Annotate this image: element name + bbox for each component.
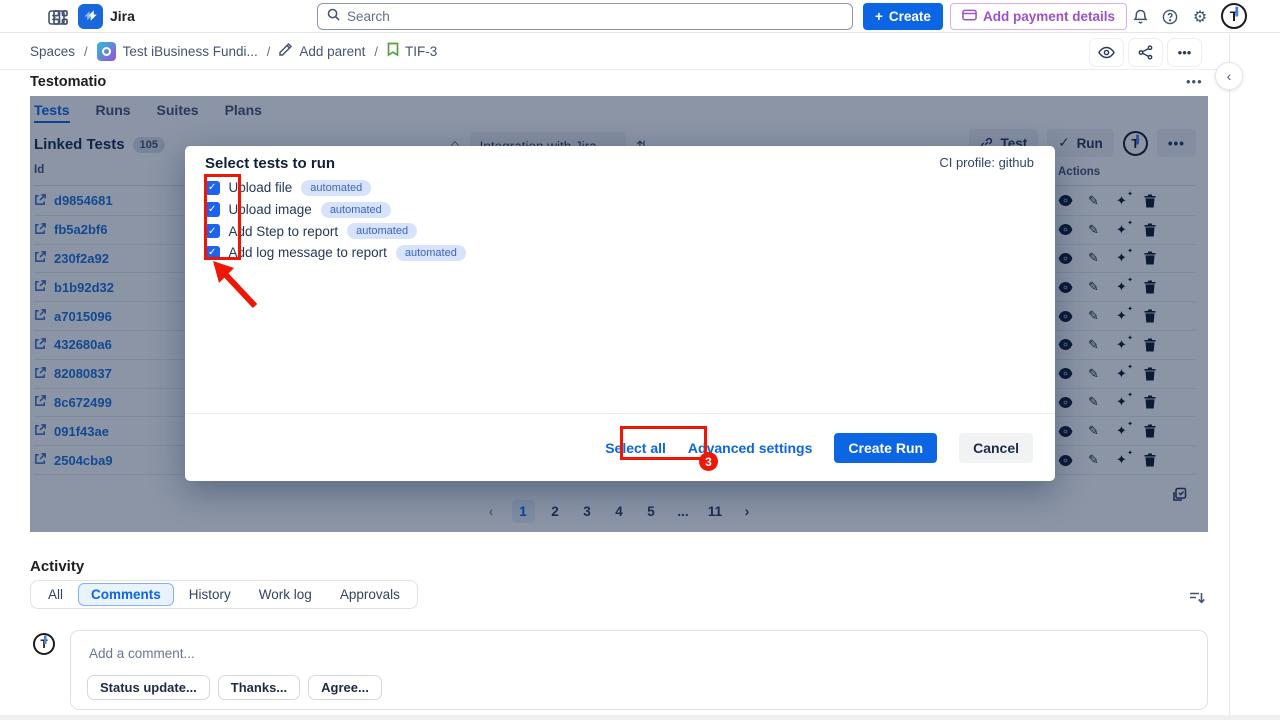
annotation-step-badge: 3 (699, 452, 718, 471)
right-panel-divider (1229, 34, 1230, 720)
activity-tab-history[interactable]: History (176, 583, 244, 606)
activity-tab-all[interactable]: All (35, 583, 76, 606)
page-bottom-strip (0, 715, 1280, 720)
automated-badge: automated (347, 223, 417, 239)
top-navigation-bar: Jira Search + Create Add payment details (0, 0, 1280, 33)
search-icon (327, 8, 340, 26)
checkbox-checked[interactable]: ✓ (205, 224, 220, 239)
page-actions: ••• (1089, 38, 1202, 67)
search-placeholder: Search (347, 9, 390, 24)
more-actions-icon[interactable]: ••• (1167, 38, 1202, 67)
breadcrumb-project[interactable]: Test iBusiness Fundi... (123, 44, 258, 59)
activity-tab-comments[interactable]: Comments (78, 583, 174, 606)
widget-title: Testomatio (30, 74, 106, 90)
quick-reply-button[interactable]: Status update... (87, 675, 210, 700)
automated-badge: automated (321, 202, 391, 218)
test-checklist-row: ✓Upload fileautomated (205, 177, 466, 199)
test-checklist-row: ✓Add log message to reportautomated (205, 242, 466, 264)
select-all-link[interactable]: Select all (605, 440, 666, 456)
automated-badge: automated (301, 180, 371, 196)
plus-icon: + (875, 9, 883, 24)
breadcrumb-spaces[interactable]: Spaces (30, 44, 75, 59)
share-icon[interactable] (1128, 38, 1163, 67)
add-payment-details-button[interactable]: Add payment details (950, 3, 1127, 30)
breadcrumb: Spaces / Test iBusiness Fundi... / Add p… (0, 34, 1229, 70)
watch-eye-icon[interactable] (1089, 38, 1124, 67)
quick-reply-button[interactable]: Thanks... (218, 675, 300, 700)
activity-tab-bar: AllCommentsHistoryWork logApprovals (30, 580, 418, 609)
test-checklist-row: ✓Upload imageautomated (205, 199, 466, 221)
settings-gear-icon[interactable]: ⚙ (1188, 5, 1212, 29)
ci-profile-label: CI profile: github (939, 155, 1034, 170)
comment-box[interactable]: Add a comment... Status update... Thanks.… (70, 630, 1208, 710)
credit-card-icon (962, 9, 977, 24)
checkbox-checked[interactable]: ✓ (205, 246, 220, 261)
search-input[interactable]: Search (317, 3, 853, 30)
checkbox-checked[interactable]: ✓ (205, 181, 220, 196)
notifications-bell-icon[interactable] (1128, 5, 1152, 29)
breadcrumb-add-parent[interactable]: Add parent (299, 44, 365, 59)
create-button[interactable]: + Create (863, 3, 943, 30)
checkbox-checked[interactable]: ✓ (205, 202, 220, 217)
activity-tab-approvals[interactable]: Approvals (327, 583, 413, 606)
widget-more-icon[interactable]: ••• (1186, 74, 1203, 89)
quick-replies: Status update... Thanks... Agree... (87, 675, 382, 700)
comment-user-avatar: T▌ (33, 633, 55, 655)
collapse-panel-icon[interactable]: ‹ (1215, 62, 1243, 90)
user-avatar[interactable]: T▌ (1221, 3, 1247, 29)
app-switcher-icon[interactable] (48, 5, 72, 29)
modal-title: Select tests to run (205, 155, 335, 172)
activity-title: Activity (30, 558, 84, 575)
test-checklist: ✓Upload fileautomated✓Upload imageautoma… (205, 177, 466, 264)
activity-sort-icon[interactable] (1189, 590, 1206, 610)
select-tests-modal: Select tests to run CI profile: github ✓… (185, 146, 1055, 481)
breadcrumb-issue-key[interactable]: TIF-3 (405, 44, 437, 59)
bookmark-icon (387, 42, 399, 62)
cancel-button[interactable]: Cancel (959, 433, 1033, 463)
quick-reply-button[interactable]: Agree... (308, 675, 382, 700)
create-run-button[interactable]: Create Run (834, 433, 937, 463)
modal-footer: Select all Advanced settings Create Run … (185, 413, 1055, 481)
help-icon[interactable] (1158, 5, 1182, 29)
automated-badge: automated (396, 245, 466, 261)
space-avatar (97, 42, 116, 61)
activity-tab-work-log[interactable]: Work log (246, 583, 325, 606)
edit-icon (279, 42, 293, 61)
test-checklist-row: ✓Add Step to reportautomated (205, 220, 466, 242)
comment-input[interactable]: Add a comment... (89, 646, 195, 661)
app-title: Jira (110, 8, 135, 24)
jira-logo[interactable] (78, 4, 103, 29)
